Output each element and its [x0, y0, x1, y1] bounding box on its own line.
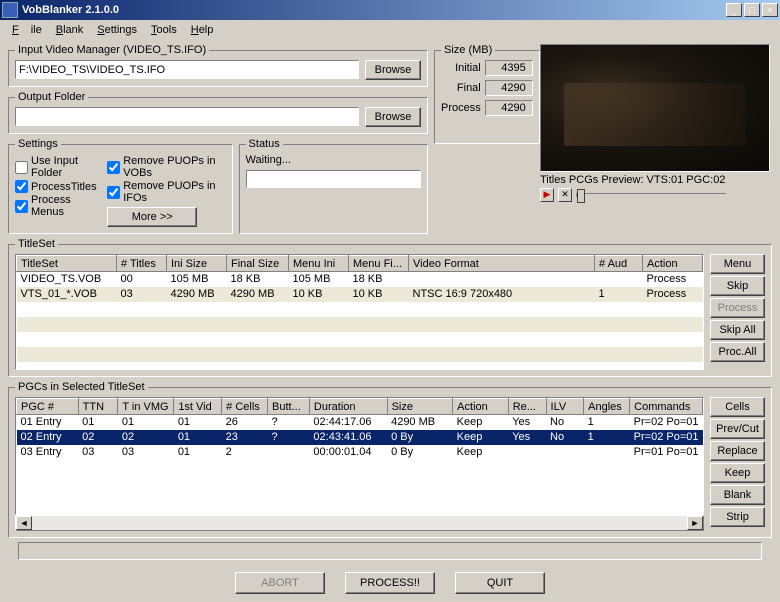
pgcs-group: PGCs in Selected TitleSet PGC #TTNT in V…	[8, 381, 772, 538]
preview-frame	[540, 44, 770, 172]
preview-stop-button[interactable]: ✕	[558, 188, 572, 202]
input-video-field[interactable]	[15, 60, 359, 79]
titleset-group: TitleSet TitleSet# TitlesIni SizeFinal S…	[8, 238, 772, 377]
output-folder-field[interactable]	[15, 107, 359, 126]
use-input-folder-checkbox[interactable]: Use Input Folder	[15, 155, 97, 179]
size-final-label: Final	[441, 82, 481, 94]
pgcs-hscrollbar[interactable]: ◄ ►	[15, 515, 704, 531]
status-bar	[18, 542, 762, 560]
column-header[interactable]: ILV	[546, 399, 584, 415]
column-header[interactable]: Menu Fi...	[349, 256, 409, 272]
titleset-skipall-button[interactable]: Skip All	[710, 320, 765, 340]
output-browse-button[interactable]: Browse	[365, 107, 421, 127]
status-legend: Status	[246, 138, 283, 150]
abort-button: ABORT	[235, 572, 325, 594]
input-video-legend: Input Video Manager (VIDEO_TS.IFO)	[15, 44, 209, 56]
status-group: Status Waiting...	[239, 138, 428, 234]
remove-puops-vobs-checkbox[interactable]: Remove PUOPs in VOBs	[107, 155, 225, 179]
column-header[interactable]: # Cells	[222, 399, 268, 415]
menu-settings[interactable]: Settings	[91, 22, 143, 38]
close-button[interactable]: ×	[762, 3, 778, 17]
column-header[interactable]: # Aud	[595, 256, 643, 272]
input-browse-button[interactable]: Browse	[365, 60, 421, 80]
output-folder-legend: Output Folder	[15, 91, 88, 103]
minimize-button[interactable]: _	[726, 3, 742, 17]
column-header[interactable]: T in VMG	[118, 399, 174, 415]
column-header[interactable]: Re...	[508, 399, 546, 415]
column-header[interactable]: Action	[643, 256, 703, 272]
titleset-table[interactable]: TitleSet# TitlesIni SizeFinal SizeMenu I…	[16, 255, 703, 377]
size-legend: Size (MB)	[441, 44, 495, 56]
scroll-right-icon[interactable]: ►	[687, 516, 703, 530]
table-row[interactable]: VTS_01_*.VOB034290 MB4290 MB10 KB10 KBNT…	[17, 287, 703, 302]
maximize-button[interactable]: □	[744, 3, 760, 17]
table-row[interactable]: 01 Entry01010126?02:44:17.064290 MBKeepY…	[17, 415, 703, 430]
pgcs-prevcut-button[interactable]: Prev/Cut	[710, 419, 765, 439]
column-header[interactable]: Action	[453, 399, 509, 415]
titleset-legend: TitleSet	[15, 238, 58, 250]
process-titles-checkbox[interactable]: ProcessTitles	[15, 180, 97, 193]
more-settings-button[interactable]: More >>	[107, 207, 197, 227]
preview-label: Titles PCGs Preview: VTS:01 PGC:02	[540, 172, 772, 188]
progress-bar	[246, 170, 421, 188]
size-group: Size (MB) Initial 4395 Final 4290 Proces…	[434, 44, 540, 144]
column-header[interactable]: Ini Size	[167, 256, 227, 272]
column-header[interactable]: Duration	[309, 399, 387, 415]
menu-blank[interactable]: Blank	[50, 22, 90, 38]
column-header[interactable]: # Titles	[117, 256, 167, 272]
table-row[interactable]: 03 Entry030301200:00:01.040 ByKeepPr=01 …	[17, 445, 703, 460]
column-header[interactable]: Final Size	[227, 256, 289, 272]
process-menus-checkbox[interactable]: Process Menus	[15, 194, 97, 218]
status-text: Waiting...	[246, 154, 421, 166]
remove-puops-ifos-checkbox[interactable]: Remove PUOPs in IFOs	[107, 180, 225, 204]
scroll-left-icon[interactable]: ◄	[16, 516, 32, 530]
column-header[interactable]: Menu Ini	[289, 256, 349, 272]
menu-tools[interactable]: Tools	[145, 22, 183, 38]
input-video-group: Input Video Manager (VIDEO_TS.IFO) Brows…	[8, 44, 428, 87]
process-button[interactable]: PROCESS!!	[345, 572, 435, 594]
settings-group: Settings Use Input Folder ProcessTitles …	[8, 138, 233, 234]
titleset-process-button: Process	[710, 298, 765, 318]
pgcs-keep-button[interactable]: Keep	[710, 463, 765, 483]
menu-file[interactable]: File	[6, 22, 48, 38]
table-row[interactable]: 02 Entry02020123?02:43:41.060 ByKeepYesN…	[17, 430, 703, 445]
pgcs-cells-button[interactable]: Cells	[710, 397, 765, 417]
quit-button[interactable]: QUIT	[455, 572, 545, 594]
pgcs-strip-button[interactable]: Strip	[710, 507, 765, 527]
column-header[interactable]: Butt...	[268, 399, 310, 415]
settings-legend: Settings	[15, 138, 61, 150]
menu-help[interactable]: Help	[185, 22, 220, 38]
size-process-value: 4290	[485, 100, 533, 116]
titleset-procall-button[interactable]: Proc.All	[710, 342, 765, 362]
column-header[interactable]: Angles	[584, 399, 630, 415]
pgcs-blank-button[interactable]: Blank	[710, 485, 765, 505]
window-title: VobBlanker 2.1.0.0	[22, 4, 724, 16]
size-process-label: Process	[441, 102, 481, 114]
size-initial-label: Initial	[441, 62, 481, 74]
app-icon	[2, 2, 18, 18]
column-header[interactable]: Size	[387, 399, 453, 415]
pgcs-legend: PGCs in Selected TitleSet	[15, 381, 148, 393]
column-header[interactable]: Commands	[630, 399, 703, 415]
menu-bar: File Blank Settings Tools Help	[0, 20, 780, 40]
size-initial-value: 4395	[485, 60, 533, 76]
column-header[interactable]: Video Format	[409, 256, 595, 272]
preview-slider[interactable]	[576, 193, 726, 197]
output-folder-group: Output Folder Browse	[8, 91, 428, 134]
column-header[interactable]: TTN	[78, 399, 118, 415]
column-header[interactable]: TitleSet	[17, 256, 117, 272]
titleset-menu-button[interactable]: Menu	[710, 254, 765, 274]
preview-play-button[interactable]: ▶	[540, 188, 554, 202]
column-header[interactable]: PGC #	[17, 399, 79, 415]
pgcs-table[interactable]: PGC #TTNT in VMG1st Vid# CellsButt...Dur…	[16, 398, 703, 515]
table-row[interactable]: VIDEO_TS.VOB00105 MB18 KB105 MB18 KBProc…	[17, 272, 703, 287]
column-header[interactable]: 1st Vid	[174, 399, 222, 415]
pgcs-replace-button[interactable]: Replace	[710, 441, 765, 461]
titleset-skip-button[interactable]: Skip	[710, 276, 765, 296]
size-final-value: 4290	[485, 80, 533, 96]
title-bar: VobBlanker 2.1.0.0 _ □ ×	[0, 0, 780, 20]
